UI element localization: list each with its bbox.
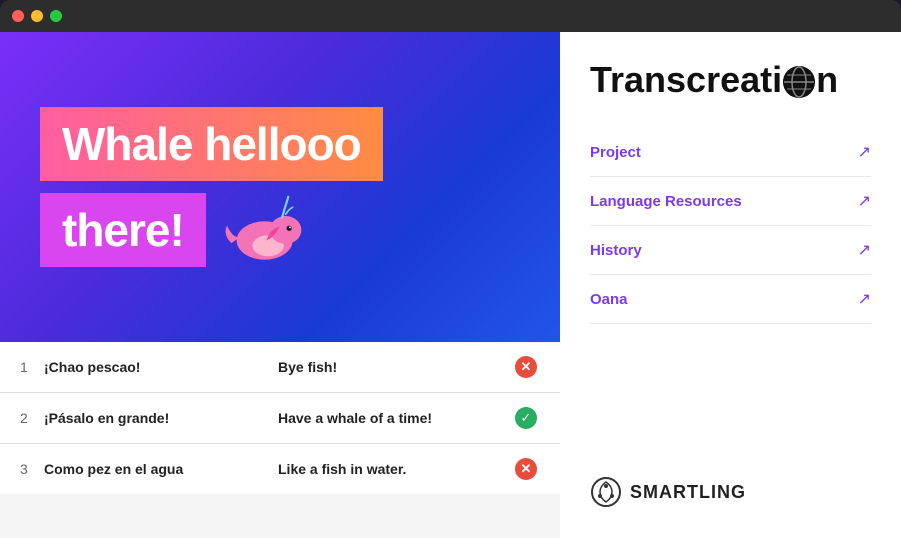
row-number: 2: [20, 410, 44, 426]
close-dot[interactable]: [12, 10, 24, 22]
row-status: ✓: [512, 407, 540, 429]
hero-line1-text: Whale hellooo: [62, 118, 361, 170]
row-number: 3: [20, 461, 44, 477]
status-check-icon: ✓: [515, 407, 537, 429]
status-x-icon: ✕: [515, 458, 537, 480]
minimize-dot[interactable]: [31, 10, 43, 22]
hero-section: Whale hellooo there!: [0, 32, 560, 342]
external-link-icon: ↗︎: [858, 289, 871, 309]
nav-label: Project: [590, 144, 641, 161]
status-x-icon: ✕: [515, 356, 537, 378]
hero-line1-bg: Whale hellooo: [40, 107, 383, 181]
source-text: ¡Chao pescao!: [44, 359, 278, 375]
external-link-icon: ↗︎: [858, 142, 871, 162]
table-row: 3 Como pez en el agua Like a fish in wat…: [0, 444, 560, 494]
title-bar: [0, 0, 901, 32]
nav-item-history[interactable]: History ↗︎: [590, 226, 871, 275]
target-text: Like a fish in water.: [278, 461, 512, 477]
row-status: ✕: [512, 458, 540, 480]
row-status: ✕: [512, 356, 540, 378]
external-link-icon: ↗︎: [858, 191, 871, 211]
hero-line2-bg: there!: [40, 193, 206, 267]
brand-title: Transcreati n: [590, 62, 871, 98]
hero-line2-text: there!: [62, 204, 184, 256]
smartling-icon: [590, 476, 622, 508]
smartling-text: SMARTLING: [630, 482, 746, 503]
hero-line2-wrap: there!: [40, 193, 520, 267]
nav-label: Language Resources: [590, 193, 742, 210]
table-row: 1 ¡Chao pescao! Bye fish! ✕: [0, 342, 560, 393]
right-panel: Transcreati n Project ↗︎ Language Resour…: [560, 32, 901, 538]
smartling-logo: SMARTLING: [590, 456, 871, 508]
nav-item-language-resources[interactable]: Language Resources ↗︎: [590, 177, 871, 226]
nav-item-project[interactable]: Project ↗︎: [590, 128, 871, 177]
nav-label: Oana: [590, 291, 628, 308]
nav-label: History: [590, 242, 642, 259]
row-number: 1: [20, 359, 44, 375]
left-panel: Whale hellooo there!: [0, 32, 560, 538]
maximize-dot[interactable]: [50, 10, 62, 22]
translation-table: 1 ¡Chao pescao! Bye fish! ✕ 2 ¡Pásalo en…: [0, 342, 560, 538]
source-text: ¡Pásalo en grande!: [44, 410, 278, 426]
target-text: Bye fish!: [278, 359, 512, 375]
table-row: 2 ¡Pásalo en grande! Have a whale of a t…: [0, 393, 560, 444]
main-content: Whale hellooo there!: [0, 32, 901, 538]
target-text: Have a whale of a time!: [278, 410, 512, 426]
external-link-icon: ↗︎: [858, 240, 871, 260]
nav-item-oana[interactable]: Oana ↗︎: [590, 275, 871, 324]
whale-icon: [222, 195, 302, 265]
source-text: Como pez en el agua: [44, 461, 278, 477]
